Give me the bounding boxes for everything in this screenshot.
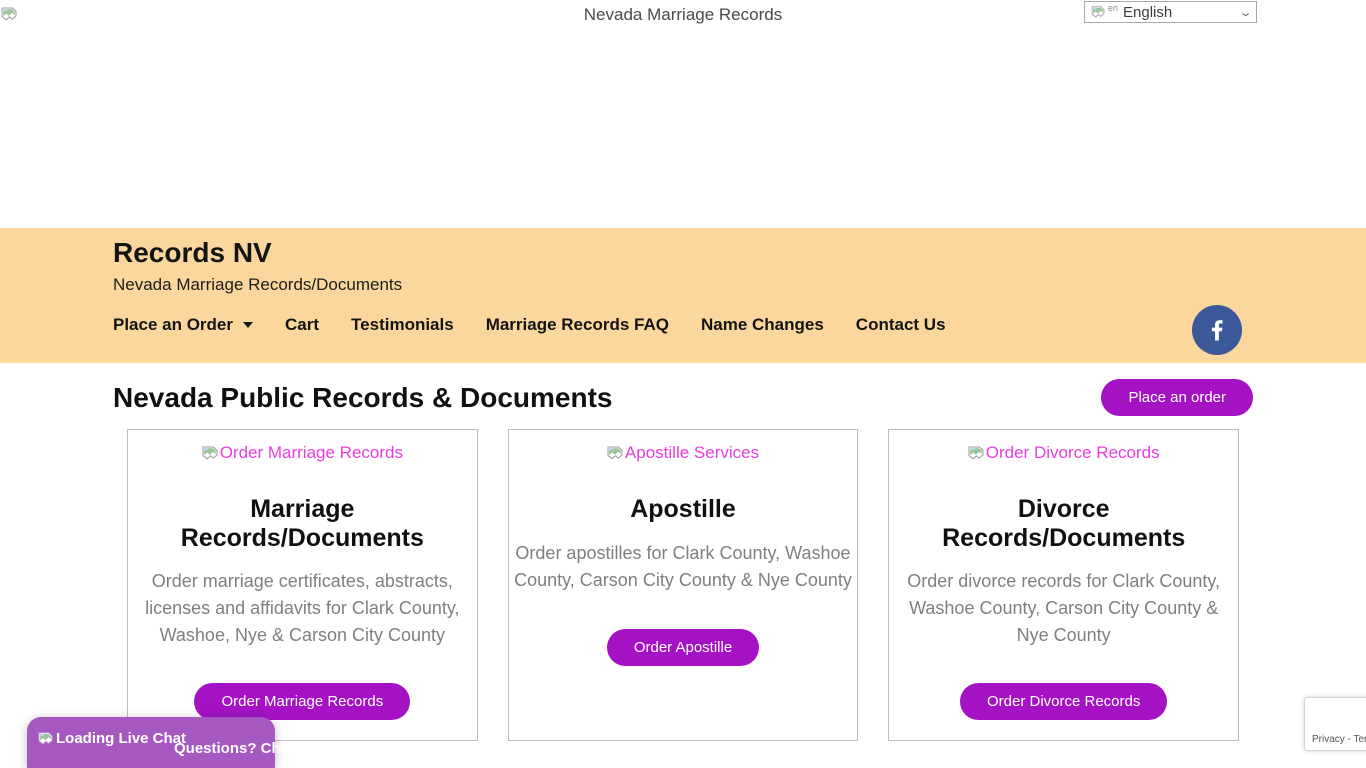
main-nav: Place an Order Cart Testimonials Marriag… — [113, 315, 1366, 335]
card-title: Marriage Records/Documents — [171, 495, 433, 552]
card-title: Divorce Records/Documents — [933, 495, 1195, 552]
language-flag-alt: en — [1108, 3, 1118, 13]
broken-image-icon — [1, 5, 17, 23]
nav-name-changes[interactable]: Name Changes — [701, 315, 824, 335]
service-cards: Order Marriage Records Marriage Records/… — [127, 429, 1239, 741]
facebook-icon[interactable] — [1192, 305, 1242, 355]
image-alt-text: Order Divorce Records — [986, 443, 1160, 463]
recaptcha-badge[interactable]: Privacy - Terms — [1304, 697, 1366, 751]
site-title: Records NV — [113, 228, 1366, 269]
card-description: Order marriage certificates, abstracts, … — [130, 568, 475, 649]
nav-place-an-order[interactable]: Place an Order — [113, 315, 253, 335]
heading-row: Nevada Public Records & Documents Place … — [0, 379, 1366, 416]
chevron-down-icon — [243, 322, 253, 328]
chat-prompt-label: Questions? Chat with us — [174, 740, 350, 757]
nav-contact-us[interactable]: Contact Us — [856, 315, 946, 335]
broken-image-icon — [1091, 3, 1105, 21]
nav-testimonials[interactable]: Testimonials — [351, 315, 454, 335]
order-marriage-records-button[interactable]: Order Marriage Records — [194, 683, 410, 720]
card-description: Order apostilles for Clark County, Washo… — [511, 540, 856, 594]
place-an-order-button[interactable]: Place an order — [1101, 379, 1253, 416]
language-selected-label: English — [1123, 4, 1172, 21]
image-alt-text: Apostille Services — [625, 443, 759, 463]
language-selector[interactable]: en English ⌄ — [1084, 1, 1257, 23]
marriage-records-image-link[interactable]: Order Marriage Records — [202, 443, 403, 463]
chat-loading: Loading Live Chat — [38, 730, 186, 747]
card-description: Order divorce records for Clark County, … — [891, 568, 1236, 649]
chevron-down-icon: ⌄ — [1238, 6, 1253, 19]
order-divorce-records-button[interactable]: Order Divorce Records — [960, 683, 1167, 720]
card-apostille: Apostille Services Apostille Order apost… — [508, 429, 859, 741]
site-header: Records NV Nevada Marriage Records/Docum… — [0, 228, 1366, 363]
page-heading: Nevada Public Records & Documents — [113, 382, 612, 414]
site-tagline: Nevada Marriage Records/Documents — [113, 275, 1366, 295]
apostille-image-link[interactable]: Apostille Services — [607, 443, 759, 463]
nav-marriage-records-faq[interactable]: Marriage Records FAQ — [486, 315, 669, 335]
image-alt-text: Order Marriage Records — [220, 443, 403, 463]
card-marriage-records: Order Marriage Records Marriage Records/… — [127, 429, 478, 741]
top-strip: Nevada Marriage Records en English ⌄ — [0, 0, 1366, 228]
nav-label: Place an Order — [113, 315, 233, 335]
chat-loading-alt-text: Loading Live Chat — [56, 730, 186, 747]
card-divorce-records: Order Divorce Records Divorce Records/Do… — [888, 429, 1239, 741]
card-title: Apostille — [552, 495, 814, 524]
nav-cart[interactable]: Cart — [285, 315, 319, 335]
order-apostille-button[interactable]: Order Apostille — [607, 629, 759, 666]
divorce-records-image-link[interactable]: Order Divorce Records — [968, 443, 1160, 463]
recaptcha-privacy-terms[interactable]: Privacy - Terms — [1312, 734, 1366, 745]
live-chat-widget[interactable]: Loading Live Chat Questions? Chat with u… — [27, 717, 275, 768]
